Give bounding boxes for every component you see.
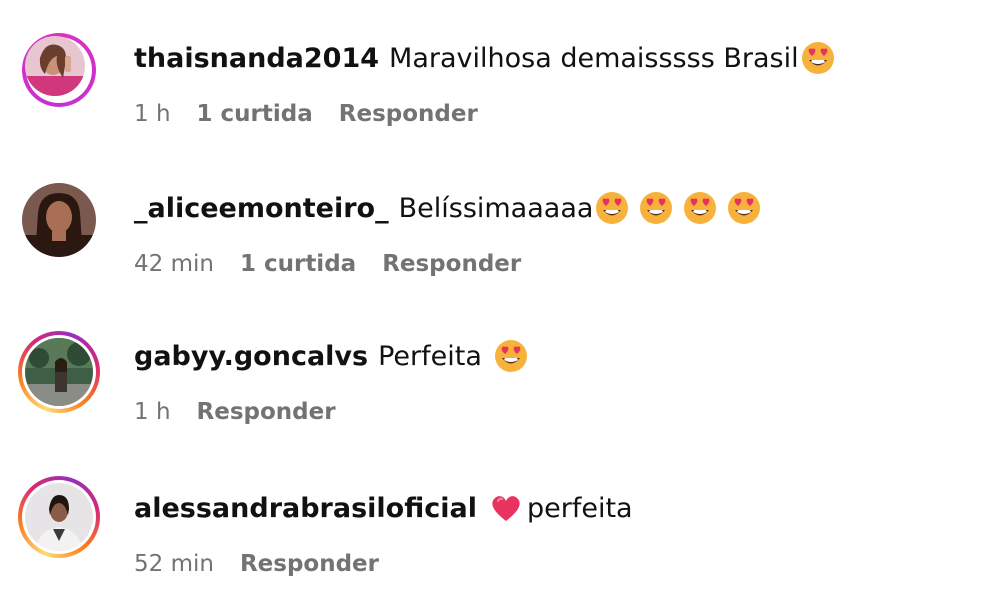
avatar[interactable]	[18, 331, 100, 413]
heart-eyes-icon	[727, 191, 761, 225]
reply-button[interactable]: Responder	[339, 101, 478, 127]
comment-username[interactable]: gabyy.goncalvs	[134, 341, 368, 372]
heart-eyes-icon	[801, 41, 835, 75]
comment-item: _aliceemonteiro_ Belíssimaaaaa 42 min 1 …	[0, 150, 984, 290]
heart-eyes-icon	[595, 191, 629, 225]
reply-button[interactable]: Responder	[240, 551, 379, 577]
comment-time: 42 min	[134, 251, 214, 277]
comment-text: perfeita	[526, 492, 633, 524]
comments-list: thaisnanda2014 Maravilhosa demaisssss Br…	[0, 0, 984, 604]
avatar-photo	[25, 338, 93, 406]
comment-item: thaisnanda2014 Maravilhosa demaisssss Br…	[0, 0, 984, 140]
comment-item: alessandrabrasiloficial perfeita 52 min …	[0, 448, 984, 588]
avatar[interactable]	[18, 476, 100, 558]
reply-button[interactable]: Responder	[197, 399, 336, 425]
comment-text: Perfeita	[378, 340, 482, 372]
comment-username[interactable]: alessandrabrasiloficial	[134, 493, 477, 524]
comment-username[interactable]: _aliceemonteiro_	[134, 193, 389, 224]
reply-button[interactable]: Responder	[382, 251, 521, 277]
comment-username[interactable]: thaisnanda2014	[134, 43, 379, 74]
comment-time: 52 min	[134, 551, 214, 577]
comment-time: 1 h	[134, 101, 171, 127]
red-heart-icon	[489, 491, 523, 525]
comment-text: Belíssimaaaaa	[398, 192, 594, 224]
comment-item: gabyy.goncalvs Perfeita 1 h Responder	[0, 298, 984, 438]
heart-eyes-icon	[683, 191, 717, 225]
comment-likes[interactable]: 1 curtida	[240, 251, 356, 277]
avatar-photo	[25, 483, 93, 551]
heart-eyes-icon	[639, 191, 673, 225]
comment-likes[interactable]: 1 curtida	[197, 101, 313, 127]
avatar[interactable]	[22, 183, 96, 257]
comment-text: Maravilhosa demaisssss Brasil	[389, 42, 799, 74]
avatar-photo	[25, 36, 85, 96]
avatar-photo	[22, 183, 96, 257]
heart-eyes-icon	[494, 339, 528, 373]
comment-time: 1 h	[134, 399, 171, 425]
avatar[interactable]	[22, 33, 96, 107]
